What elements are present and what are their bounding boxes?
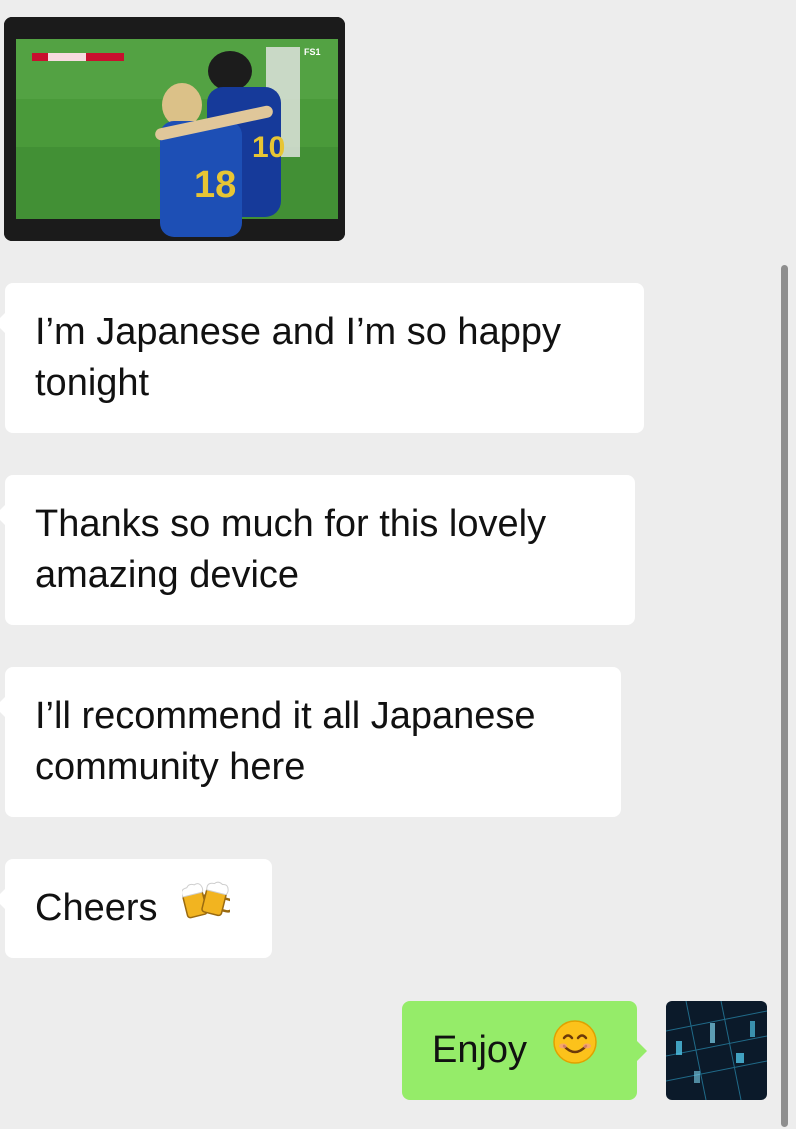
message-bubble-received[interactable]: I’ll recommend it all Japanese community…: [0, 667, 621, 817]
message-text: I’m Japanese and I’m so happy tonight: [35, 311, 561, 404]
message-text: Thanks so much for this lovely amazing d…: [35, 503, 547, 596]
jersey-number: 18: [194, 164, 236, 206]
message-text: Enjoy: [432, 1029, 528, 1072]
avatar[interactable]: [666, 1001, 767, 1100]
message-bubble-received[interactable]: I’m Japanese and I’m so happy tonight: [0, 283, 644, 433]
channel-logo: FS1: [304, 47, 321, 57]
message-bubble-sent[interactable]: Enjoy: [402, 1001, 647, 1100]
message-text: Cheers: [35, 887, 158, 929]
image-message[interactable]: FS1 10 18: [4, 17, 345, 241]
scrollbar[interactable]: [781, 265, 788, 1127]
message-bubble-received[interactable]: Thanks so much for this lovely amazing d…: [0, 475, 635, 625]
message-bubble-received[interactable]: Cheers: [0, 859, 272, 958]
message-text: I’ll recommend it all Japanese community…: [35, 695, 536, 788]
soccer-photo: FS1 10 18: [4, 17, 345, 241]
smiling-face-icon: [552, 1019, 598, 1079]
svg-text:10: 10: [252, 131, 285, 164]
beer-mugs-icon: [181, 878, 235, 936]
